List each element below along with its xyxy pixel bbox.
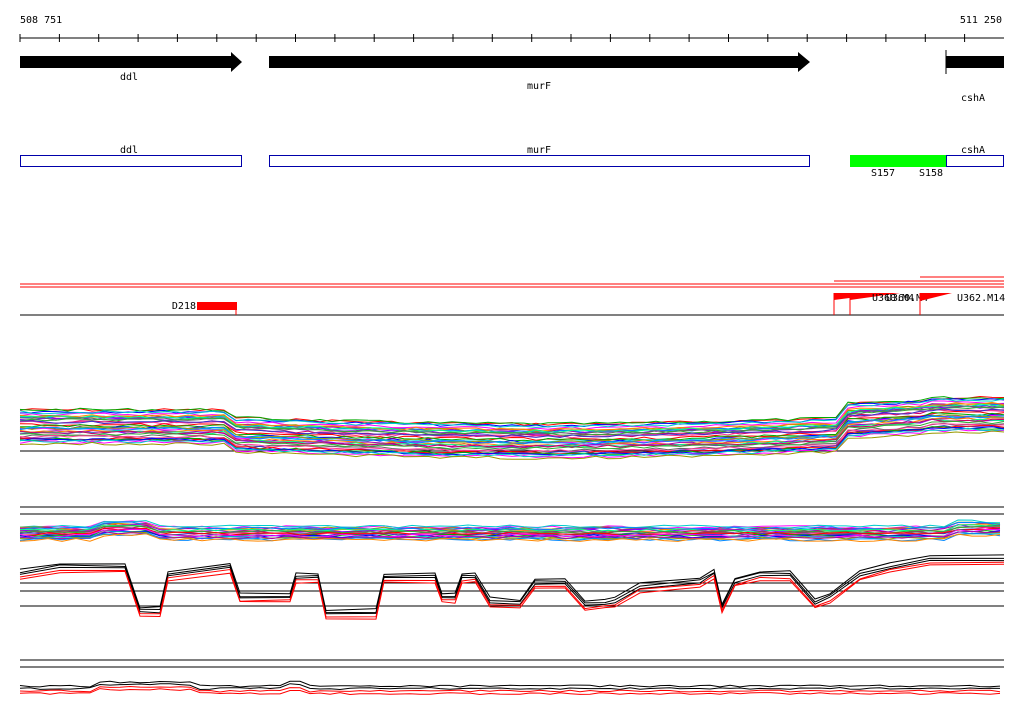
gene-box-label-murF: murF <box>527 145 551 156</box>
gene-label-ddl: ddl <box>120 72 138 83</box>
coordinate-ruler <box>19 34 1004 42</box>
gene-label-cshA: cshA <box>961 93 985 104</box>
gene-box-ddl[interactable] <box>20 155 242 167</box>
end-coordinate: 511 250 <box>960 15 1002 26</box>
gene-box-label-cshA: cshA <box>961 145 985 156</box>
feature-green-block[interactable] <box>850 155 946 167</box>
signal-track-4 <box>19 659 1004 696</box>
signal-line <box>19 561 1005 618</box>
genome-browser-view: 508 751 511 250 ddl murF cshA ddl murF c… <box>19 15 1005 696</box>
gene-arrow-cshA[interactable] <box>946 56 1004 68</box>
gene-box-label-ddl: ddl <box>120 145 138 156</box>
gene-box-track: ddl murF cshA S157 S158 <box>20 145 1004 179</box>
marker-label-u362-m14: U362.M14 <box>957 293 1005 304</box>
feature-label-s158: S158 <box>919 168 943 179</box>
start-coordinate: 508 751 <box>20 15 62 26</box>
signal-line <box>19 557 1005 614</box>
marker-u362-m14[interactable] <box>920 293 952 301</box>
coverage-track-1 <box>19 395 1005 460</box>
signal-track-3 <box>19 554 1005 620</box>
gene-label-murF: murF <box>527 81 551 92</box>
coverage-track-2 <box>19 506 1004 543</box>
marker-d218[interactable] <box>197 302 237 310</box>
gene-arrow-ddl[interactable] <box>20 52 242 72</box>
marker-label-d218: D218 <box>172 301 196 312</box>
signal-line <box>19 683 1001 691</box>
gene-arrow-murF[interactable] <box>269 52 810 72</box>
gene-arrow-track: ddl murF cshA <box>20 50 1004 104</box>
gene-box-cshA[interactable] <box>946 155 1004 167</box>
feature-label-s157: S157 <box>871 168 895 179</box>
marker-track: D218 U360.M4 U360.M4 U362.M14 <box>20 276 1005 316</box>
gene-box-murF[interactable] <box>269 155 810 167</box>
